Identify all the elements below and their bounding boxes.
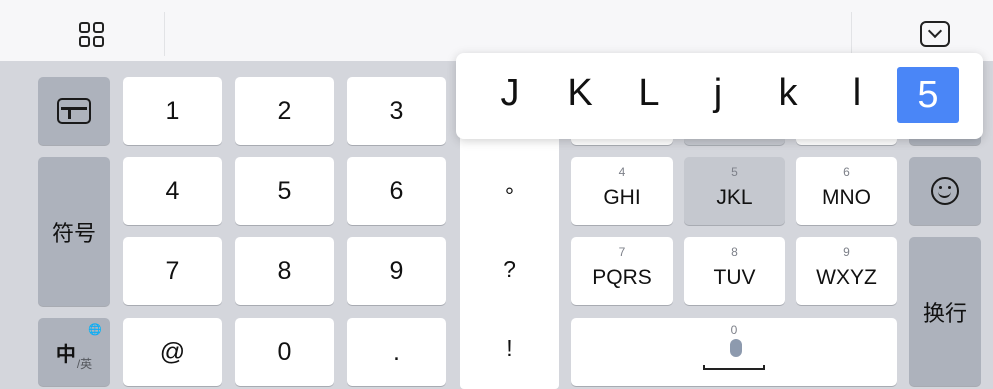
keyboard-toolbar bbox=[0, 0, 993, 61]
layout-switch-button[interactable] bbox=[38, 77, 110, 145]
key-label: 8 bbox=[277, 256, 292, 285]
globe-icon: 🌐 bbox=[88, 324, 102, 336]
key-5[interactable]: 5 bbox=[235, 157, 334, 225]
key-letters: JKL bbox=[716, 186, 753, 209]
candidate-L[interactable]: L bbox=[624, 72, 674, 115]
key-number: 5 bbox=[731, 165, 738, 179]
key-number: 9 bbox=[843, 245, 850, 259]
key-1[interactable]: 1 bbox=[123, 77, 222, 145]
key-number: 8 bbox=[731, 245, 738, 259]
key-label: 5 bbox=[277, 176, 292, 205]
key-3[interactable]: 3 bbox=[347, 77, 446, 145]
lang-sub-label: /英 bbox=[76, 357, 93, 371]
microphone-icon bbox=[730, 339, 742, 357]
candidate-j[interactable]: j bbox=[693, 72, 743, 115]
key-7[interactable]: 7 bbox=[123, 237, 222, 305]
t9-key-ghi[interactable]: 4 GHI bbox=[571, 157, 673, 225]
symbols-label: 符号 bbox=[51, 220, 96, 246]
candidate-popup: J K L j k l 5 bbox=[456, 53, 983, 139]
key-letters: MNO bbox=[822, 186, 871, 209]
punct-question[interactable]: ? bbox=[460, 256, 559, 283]
t9-key-pqrs[interactable]: 7 PQRS bbox=[571, 237, 673, 305]
t9-key-jkl[interactable]: 5 JKL bbox=[684, 157, 785, 225]
candidate-k[interactable]: k bbox=[763, 72, 813, 115]
grid-icon[interactable] bbox=[79, 22, 106, 49]
toolbar-divider bbox=[851, 12, 852, 56]
key-2[interactable]: 2 bbox=[235, 77, 334, 145]
candidate-l[interactable]: l bbox=[832, 72, 882, 115]
newline-label: 换行 bbox=[922, 300, 967, 326]
key-number: 7 bbox=[618, 245, 626, 259]
candidate-J[interactable]: J bbox=[485, 72, 535, 115]
space-button[interactable]: 0 bbox=[571, 318, 897, 386]
candidate-K[interactable]: K bbox=[555, 72, 605, 115]
space-hint: 0 bbox=[730, 323, 738, 337]
symbols-button[interactable]: 符号 bbox=[38, 157, 110, 306]
key-letters: PQRS bbox=[592, 266, 652, 289]
key-label: 0 bbox=[277, 337, 292, 366]
toolbar-divider bbox=[164, 12, 165, 56]
key-4[interactable]: 4 bbox=[123, 157, 222, 225]
keyboard-collapse-icon[interactable] bbox=[920, 21, 950, 47]
emoji-button[interactable] bbox=[909, 157, 981, 225]
key-label: 7 bbox=[165, 256, 180, 285]
key-number: 6 bbox=[843, 165, 850, 179]
key-label: 2 bbox=[277, 96, 292, 125]
key-label: @ bbox=[159, 337, 186, 366]
t9-key-wxyz[interactable]: 9 WXYZ bbox=[796, 237, 897, 305]
key-label: 3 bbox=[389, 96, 404, 125]
key-letters: GHI bbox=[603, 186, 641, 209]
space-icon bbox=[703, 365, 765, 370]
t9-key-mno[interactable]: 6 MNO bbox=[796, 157, 897, 225]
key-label: 6 bbox=[389, 176, 404, 205]
key-0[interactable]: 0 bbox=[235, 318, 334, 386]
newline-button[interactable]: 换行 bbox=[909, 237, 981, 386]
key-letters: WXYZ bbox=[816, 266, 877, 289]
lang-main-label: 中 bbox=[55, 343, 76, 366]
key-label: 9 bbox=[389, 256, 404, 285]
t9-key-tuv[interactable]: 8 TUV bbox=[684, 237, 785, 305]
punct-degree[interactable]: ° bbox=[460, 183, 559, 210]
punct-exclaim[interactable]: ! bbox=[460, 335, 559, 362]
key-letters: TUV bbox=[713, 266, 756, 289]
key-label: 1 bbox=[165, 96, 180, 125]
candidate-5-selected[interactable]: 5 bbox=[897, 67, 959, 123]
key-at[interactable]: @ bbox=[123, 318, 222, 386]
key-8[interactable]: 8 bbox=[235, 237, 334, 305]
language-toggle-button[interactable]: 🌐 中 /英 bbox=[38, 318, 110, 386]
key-label: 4 bbox=[165, 176, 180, 205]
key-6[interactable]: 6 bbox=[347, 157, 446, 225]
key-9[interactable]: 9 bbox=[347, 237, 446, 305]
key-number: 4 bbox=[618, 165, 626, 179]
key-period[interactable]: . bbox=[347, 318, 446, 386]
key-label: . bbox=[393, 337, 400, 366]
smile-icon bbox=[931, 177, 959, 205]
keyboard-layout-icon bbox=[57, 98, 91, 124]
